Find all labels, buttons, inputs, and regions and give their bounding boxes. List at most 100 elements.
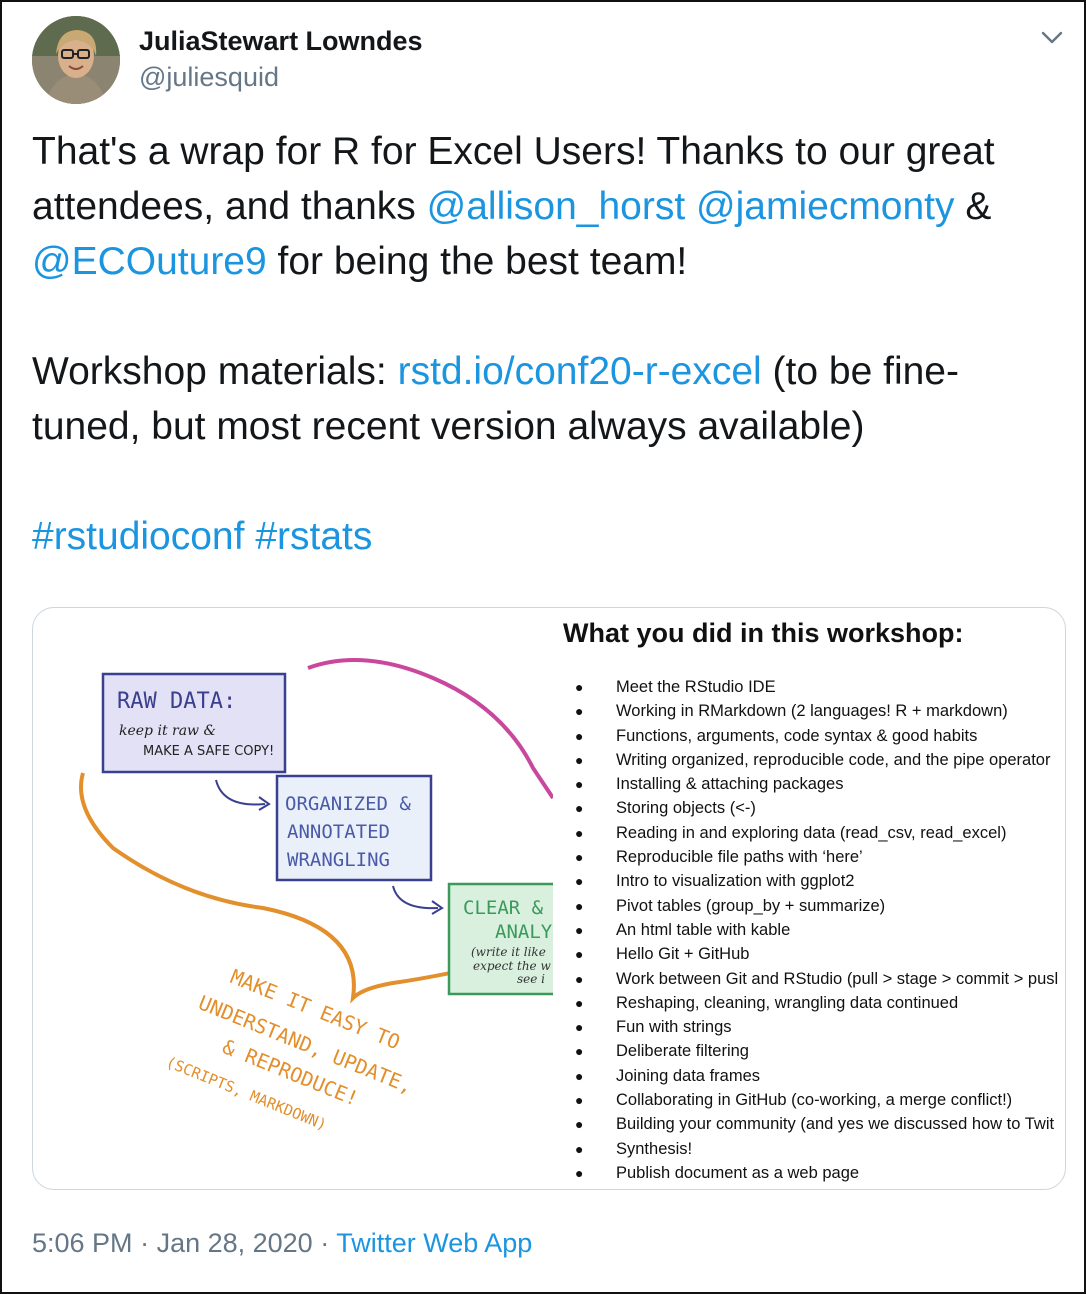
- mention-ecouture9[interactable]: @ECOuture9: [32, 240, 267, 283]
- topic-list-item: ● Intro to visualization with ggplot2: [575, 869, 1065, 893]
- safe-copy-label: MAKE A SAFE COPY!: [143, 744, 274, 759]
- topic-list-item: ● Hello Git + GitHub: [575, 942, 1065, 966]
- bullet-icon: ●: [575, 776, 584, 793]
- bullet-icon: ●: [575, 679, 584, 695]
- topic-text: Working in RMarkdown (2 languages! R + m…: [616, 702, 1008, 721]
- expect-label: expect the w: [473, 959, 551, 973]
- bullet-icon: ●: [575, 727, 584, 744]
- topic-list-item: ● Functions, arguments, code syntax & goo…: [575, 724, 1065, 748]
- topic-list-item: ● Building your community (and yes we dis…: [575, 1112, 1065, 1136]
- topic-list-item: ● Reading in and exploring data (read_csv…: [575, 821, 1065, 845]
- bullet-icon: ●: [575, 970, 584, 987]
- topic-text: Reshaping, cleaning, wrangling data cont…: [616, 993, 959, 1012]
- bullet-icon: ●: [575, 1140, 584, 1157]
- tweet-menu-button[interactable]: [1038, 26, 1066, 50]
- keep-raw-label: keep it raw &: [119, 723, 216, 739]
- tweet-paragraph-hashtags: #rstudioconf #rstats: [32, 509, 1062, 564]
- topic-list-item: ● Meet the RStudio IDE: [575, 675, 1065, 699]
- write-like-label: (write it like: [471, 945, 546, 959]
- materials-label: Workshop materials:: [32, 350, 398, 393]
- bullet-icon: ●: [575, 751, 584, 768]
- tweet-source-link[interactable]: Twitter Web App: [336, 1228, 532, 1258]
- bullet-icon: ●: [575, 946, 584, 963]
- bullet-icon: ●: [575, 897, 584, 914]
- card-title: What you did in this workshop:: [563, 618, 964, 648]
- topic-list-item: ● Fun with strings: [575, 1015, 1065, 1039]
- topic-text: Pivot tables (group_by + summarize): [616, 896, 886, 915]
- avatar[interactable]: [32, 16, 120, 104]
- workshop-topic-list: ● Meet the RStudio IDE ● Working in RMarkdo…: [575, 675, 1065, 1185]
- topic-text: Building your community (and yes we disc…: [616, 1115, 1055, 1134]
- tweet-text-ampersand: &: [954, 185, 992, 228]
- topic-list-item: ● Reshaping, cleaning, wrangling data con…: [575, 991, 1065, 1015]
- attached-image-card[interactable]: RAW DATA: keep it raw & MAKE A SAFE COPY…: [32, 607, 1066, 1190]
- tweet-paragraph-materials: Workshop materials: rstd.io/conf20-r-exc…: [32, 344, 1062, 454]
- topic-text: Publish document as a web page: [616, 1163, 860, 1182]
- topic-text: Synthesis!: [616, 1139, 693, 1158]
- see-label: see i: [517, 972, 545, 986]
- hashtag-rstudioconf[interactable]: #rstudioconf: [32, 515, 244, 558]
- topic-list-item: ● Reproducible file paths with ‘here’: [575, 845, 1065, 869]
- arrow-1: [215, 779, 266, 806]
- mention-jamiecmonty[interactable]: @jamiecmonty: [696, 185, 955, 228]
- topic-list-item: ● Writing organized, reproducible code, a…: [575, 748, 1065, 772]
- raw-data-label: RAW DATA:: [117, 689, 236, 714]
- bullet-icon: ●: [575, 824, 584, 841]
- bullet-icon: ●: [575, 849, 584, 866]
- topic-list-item: ● Working in RMarkdown (2 languages! R + …: [575, 699, 1065, 723]
- topic-list-item: ● Installing & attaching packages: [575, 772, 1065, 796]
- topic-text: Intro to visualization with ggplot2: [616, 872, 855, 891]
- author-handle[interactable]: @juliesquid: [139, 62, 279, 93]
- topic-text: Writing organized, reproducible code, an…: [616, 750, 1051, 769]
- bullet-icon: ●: [575, 1067, 584, 1084]
- bullet-icon: ●: [575, 873, 584, 890]
- topic-list-item: ● Deliberate filtering: [575, 1039, 1065, 1063]
- topic-list-item: ● Joining data frames: [575, 1064, 1065, 1088]
- bullet-icon: ●: [575, 1116, 584, 1133]
- tweet-paragraph-thanks: That's a wrap for R for Excel Users! Tha…: [32, 124, 1062, 289]
- bullet-icon: ●: [575, 921, 584, 938]
- meta-separator: ·: [132, 1228, 157, 1258]
- topic-text: Fun with strings: [616, 1018, 732, 1037]
- author-display-name[interactable]: JuliaStewart Lowndes: [139, 26, 423, 57]
- tweet-meta: 5:06 PM · Jan 28, 2020 · Twitter Web App: [32, 1228, 532, 1259]
- tweet-text-space: [685, 185, 696, 228]
- wrangling-label: WRANGLING: [287, 849, 390, 871]
- bullet-icon: ●: [575, 1043, 584, 1060]
- bullet-icon: ●: [575, 1164, 584, 1181]
- tweet-text-best-team: for being the best team!: [266, 240, 688, 283]
- slogan-group: MAKE IT EASY TO UNDERSTAND, UPDATE, & RE…: [164, 964, 417, 1134]
- topic-list-item: ● Storing objects (<-): [575, 796, 1065, 820]
- clear-label: CLEAR &: [463, 897, 544, 919]
- workflow-illustration: RAW DATA: keep it raw & MAKE A SAFE COPY…: [79, 658, 553, 1134]
- bullet-icon: ●: [575, 994, 584, 1011]
- topic-text: Joining data frames: [616, 1066, 760, 1085]
- tweet-time[interactable]: 5:06 PM: [32, 1228, 133, 1258]
- topic-list-item: ● An html table with kable: [575, 918, 1065, 942]
- hashtag-rstats[interactable]: #rstats: [255, 515, 372, 558]
- topic-text: Reading in and exploring data (read_csv,…: [616, 823, 1007, 842]
- tweet-date[interactable]: Jan 28, 2020: [157, 1228, 313, 1258]
- avatar-image: [32, 16, 120, 104]
- topic-list-item: ● Collaborating in GitHub (co-working, a …: [575, 1088, 1065, 1112]
- mention-allison-horst[interactable]: @allison_horst: [427, 185, 686, 228]
- topic-list-item: ● Pivot tables (group_by + summarize): [575, 894, 1065, 918]
- topic-text: Work between Git and RStudio (pull > sta…: [616, 969, 1059, 988]
- topic-text: Hello Git + GitHub: [616, 945, 750, 964]
- topic-text: Installing & attaching packages: [616, 775, 844, 794]
- materials-link[interactable]: rstd.io/conf20-r-excel: [398, 350, 762, 393]
- topic-list-item: ● Synthesis!: [575, 1137, 1065, 1161]
- organized-label: ORGANIZED &: [285, 793, 411, 815]
- tweet-container: JuliaStewart Lowndes @juliesquid That's …: [0, 0, 1086, 1294]
- bullet-icon: ●: [575, 1092, 584, 1109]
- chevron-down-icon: [1041, 31, 1063, 44]
- topic-text: Collaborating in GitHub (co-working, a m…: [616, 1091, 1013, 1110]
- topic-text: Meet the RStudio IDE: [616, 678, 776, 696]
- annotated-label: ANNOTATED: [287, 821, 390, 843]
- topic-list-item: ● Work between Git and RStudio (pull > st…: [575, 967, 1065, 991]
- topic-text: Storing objects (<-): [616, 799, 756, 818]
- analy-label: ANALY: [495, 921, 553, 943]
- meta-separator: ·: [312, 1228, 337, 1258]
